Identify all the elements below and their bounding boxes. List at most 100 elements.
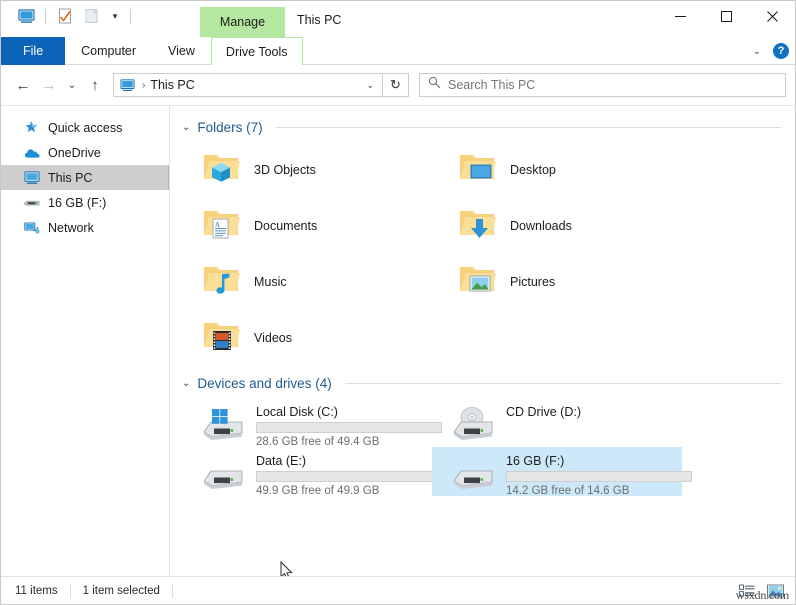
sidebar-item-network[interactable]: Network	[1, 215, 169, 240]
list-item[interactable]: Desktop	[438, 142, 694, 198]
file-explorer-window: ▾ Manage This PC File Computer View Driv…	[0, 0, 796, 605]
folder-pictures-icon	[456, 260, 498, 305]
list-item[interactable]: Videos	[182, 310, 438, 366]
tab-file-label: File	[23, 44, 44, 58]
list-item-label: CD Drive (D:)	[506, 405, 581, 419]
maximize-button[interactable]	[703, 1, 749, 31]
cloud-icon	[23, 145, 40, 161]
folder-desktop-icon	[456, 148, 498, 193]
contextual-tab-header: Manage	[200, 7, 285, 37]
list-item-label: Data (E:)	[256, 454, 307, 468]
windows-drive-icon	[200, 402, 246, 444]
list-item-label: Local Disk (C:)	[256, 405, 338, 419]
status-bar: 11 items 1 item selected wsxdn.com	[1, 576, 795, 604]
list-item-label: 3D Objects	[254, 163, 316, 177]
chevron-down-icon[interactable]: ⌄	[182, 122, 190, 133]
navigation-pane: Quick access OneDrive This PC 16 GB (F:)…	[1, 106, 169, 576]
sidebar-item-this-pc[interactable]: This PC	[1, 165, 169, 190]
sidebar-item-label: Network	[48, 220, 94, 235]
title-bar: ▾ Manage This PC	[1, 1, 795, 37]
list-item[interactable]: A Documents	[182, 198, 438, 254]
drive-details: Data (E:) 49.9 GB free of 49.9 GB	[256, 451, 442, 497]
list-item[interactable]: 16 GB (F:) 14.2 GB free of 14.6 GB	[432, 447, 692, 497]
usb-drive-icon	[450, 451, 496, 493]
group-title: Folders (7)	[197, 119, 263, 135]
group-header-devices[interactable]: ⌄ Devices and drives (4)	[182, 372, 781, 394]
list-item-label: Downloads	[510, 219, 572, 233]
cd-drive-icon	[450, 402, 496, 444]
new-folder-icon[interactable]	[81, 5, 103, 27]
hard-drive-icon	[200, 451, 246, 493]
ribbon-tab-bar: File Computer View Drive Tools ⌄ ?	[1, 37, 795, 65]
search-input[interactable]: Search This PC	[419, 73, 786, 97]
breadcrumb-current[interactable]: This PC	[150, 78, 194, 92]
status-divider-2	[171, 583, 173, 598]
sidebar-item-label: OneDrive	[48, 145, 101, 160]
tab-computer-label: Computer	[81, 44, 137, 58]
folder-music-icon	[200, 260, 242, 305]
monitor-icon	[23, 170, 40, 186]
sidebar-item-label: This PC	[48, 170, 93, 185]
list-item[interactable]: Local Disk (C:) 28.6 GB free of 49.4 GB	[182, 398, 442, 448]
tab-drive-tools-label: Drive Tools	[225, 44, 288, 59]
sidebar-item-label: 16 GB (F:)	[48, 195, 107, 210]
drive-details: Local Disk (C:) 28.6 GB free of 49.4 GB	[256, 402, 442, 448]
list-item-label: 16 GB (F:)	[506, 454, 565, 468]
group-divider	[344, 382, 781, 384]
tab-view-label: View	[168, 44, 195, 58]
star-pin-icon	[23, 120, 40, 136]
qat-customize-caret[interactable]: ▾	[108, 5, 122, 27]
list-item[interactable]: Data (E:) 49.9 GB free of 49.9 GB	[182, 447, 442, 497]
group-header-folders[interactable]: ⌄ Folders (7)	[182, 116, 781, 138]
list-item[interactable]: Music	[182, 254, 438, 310]
chevron-down-icon[interactable]: ⌄	[749, 46, 765, 57]
close-button[interactable]	[749, 1, 795, 31]
up-button[interactable]: ↑	[82, 71, 108, 99]
this-pc-icon[interactable]	[15, 5, 37, 27]
drive-details: CD Drive (D:)	[506, 402, 678, 419]
folder-videos-icon	[200, 316, 242, 361]
list-item-label: Documents	[254, 219, 318, 233]
list-item-label: Videos	[254, 331, 292, 345]
sidebar-item-quick-access[interactable]: Quick access	[1, 115, 169, 140]
recent-locations-button[interactable]: ⌄	[62, 71, 82, 99]
drive-free-space: 14.2 GB free of 14.6 GB	[506, 485, 630, 497]
tab-computer[interactable]: Computer	[65, 37, 152, 65]
explorer-body: Quick access OneDrive This PC 16 GB (F:)…	[1, 105, 795, 576]
list-item[interactable]: 3D Objects	[182, 142, 438, 198]
drive-free-space: 49.9 GB free of 49.9 GB	[256, 485, 380, 497]
qat-divider-2	[130, 8, 131, 24]
file-list-pane[interactable]: ⌄ Folders (7) 3D Objects Desktop A Docum…	[169, 106, 795, 576]
list-item[interactable]: Pictures	[438, 254, 694, 310]
chevron-down-icon[interactable]: ⌄	[366, 80, 378, 91]
back-button[interactable]: ←	[10, 71, 36, 99]
tab-file[interactable]: File	[1, 37, 66, 65]
qat-divider-1	[45, 8, 46, 24]
sidebar-item-label: Quick access	[48, 120, 123, 135]
forward-button[interactable]: →	[36, 71, 62, 99]
list-item[interactable]: Downloads	[438, 198, 694, 254]
breadcrumb[interactable]: › This PC ⌄	[113, 73, 383, 97]
list-item[interactable]: CD Drive (D:)	[432, 398, 682, 447]
chevron-down-icon[interactable]: ⌄	[182, 378, 190, 389]
tab-view[interactable]: View	[152, 37, 211, 65]
help-icon[interactable]: ?	[773, 43, 789, 59]
item-count: 11 items	[15, 584, 58, 597]
folder-3d-objects-icon	[200, 148, 242, 193]
usb-drive-icon	[23, 195, 40, 211]
list-item-label: Music	[254, 275, 287, 289]
folder-downloads-icon	[456, 204, 498, 249]
group-divider	[275, 126, 781, 128]
list-item-label: Desktop	[510, 163, 556, 177]
refresh-button[interactable]: ↻	[383, 73, 409, 97]
sidebar-item-16gb-f[interactable]: 16 GB (F:)	[1, 190, 169, 215]
search-icon	[428, 76, 441, 94]
sidebar-item-onedrive[interactable]: OneDrive	[1, 140, 169, 165]
status-badge: 1 item selected	[82, 584, 160, 597]
folder-documents-icon: A	[200, 204, 242, 249]
minimize-button[interactable]	[657, 1, 703, 31]
tab-drive-tools[interactable]: Drive Tools	[210, 37, 303, 65]
properties-icon[interactable]	[54, 5, 76, 27]
capacity-bar	[256, 422, 442, 433]
this-pc-icon	[120, 78, 138, 92]
